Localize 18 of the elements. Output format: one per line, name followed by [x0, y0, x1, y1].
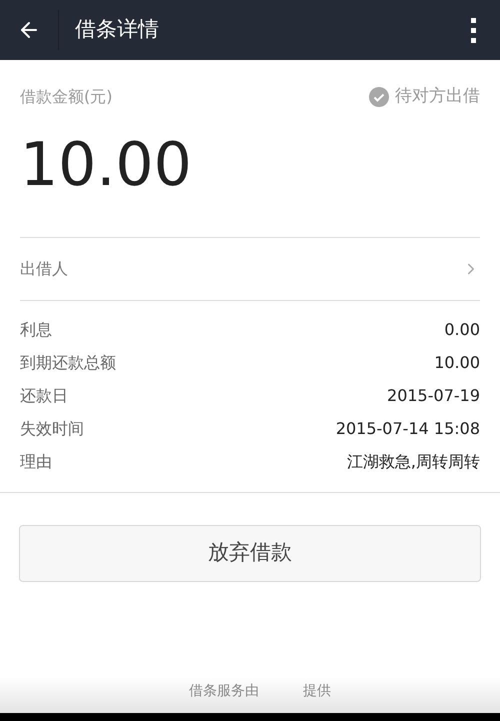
amount-label: 借款金额(元)	[20, 86, 112, 108]
detail-label: 还款日	[20, 385, 68, 407]
give-up-button[interactable]: 放弃借款	[19, 524, 481, 582]
page-title: 借条详情	[75, 16, 159, 44]
detail-label: 理由	[20, 451, 52, 473]
detail-label: 利息	[20, 319, 52, 341]
detail-value: 0.00	[444, 319, 480, 341]
footer-text: 提供	[303, 682, 331, 701]
detail-value: 江湖救急,周转周转	[346, 451, 480, 473]
detail-value: 2015-07-19	[387, 385, 480, 407]
status-text: 待对方出借	[395, 85, 480, 108]
detail-value: 2015-07-14 15:08	[336, 418, 480, 440]
detail-label: 失效时间	[20, 418, 84, 440]
lender-row[interactable]: 出借人	[20, 238, 480, 300]
detail-value: 10.00	[434, 352, 480, 374]
footer-text: 借条服务由	[189, 682, 259, 701]
amount-value: 10.00	[20, 130, 193, 200]
detail-label: 到期还款总额	[20, 352, 116, 374]
